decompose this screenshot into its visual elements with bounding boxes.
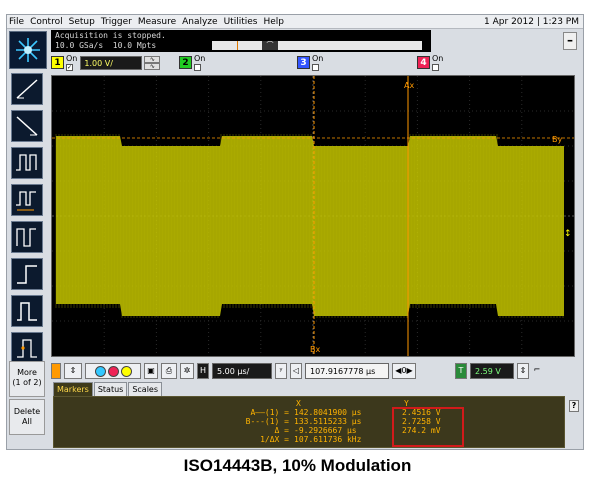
pulse-width-tool-icon[interactable] xyxy=(11,147,43,179)
marker-by-tag: By xyxy=(552,135,562,144)
channel-4-control[interactable]: 4 On xyxy=(417,54,443,71)
delay-reference-icon[interactable]: ◁ xyxy=(290,363,302,379)
menu-analyze[interactable]: Analyze xyxy=(179,15,220,29)
channel-3-checkbox[interactable] xyxy=(312,63,319,71)
trigger-edge-small-icon: ⌐ xyxy=(533,365,541,374)
channel-4-number[interactable]: 4 xyxy=(417,56,430,69)
trigger-edge-icon: ⌒ xyxy=(262,41,278,50)
marker-a-tag: Ax xyxy=(404,81,414,90)
channel-row: 1 On ✓ 1.00 V/ ∿ ∿ 2 On 3 On 4 On xyxy=(51,53,579,73)
trigger-position-tick xyxy=(237,41,238,50)
yellow-dot-icon[interactable] xyxy=(120,366,132,377)
delete-label: Delete xyxy=(13,407,41,416)
settings-icon[interactable]: ✲ xyxy=(180,363,194,379)
delay-field[interactable]: 107.9167778 μs xyxy=(305,363,389,379)
tab-status[interactable]: Status xyxy=(93,382,128,396)
cyan-dot-icon[interactable] xyxy=(94,366,106,377)
horizontal-icon: H xyxy=(197,363,209,379)
mode-orange-icon[interactable] xyxy=(51,363,61,379)
channel-3-on-label: On xyxy=(312,53,324,63)
color-dots-group xyxy=(85,363,141,379)
delta-x: -9.2926667 μs xyxy=(294,426,357,435)
channel-3-number[interactable]: 3 xyxy=(297,56,310,69)
date-time: 1 Apr 2012 | 1:23 PM xyxy=(484,16,579,27)
marker-a-label: A——(1) = xyxy=(250,408,289,417)
markers-header-x: X xyxy=(296,399,301,408)
trigger-icon: T xyxy=(455,363,467,379)
falling-ramp-tool-icon[interactable] xyxy=(11,110,43,142)
menu-bar: File Control Setup Trigger Measure Analy… xyxy=(7,15,583,29)
edge-tool-icon[interactable] xyxy=(11,332,43,364)
y-values-highlight-box xyxy=(392,407,464,447)
channel-1-offset-icon[interactable]: ∿ xyxy=(144,62,161,70)
rising-ramp-tool-icon[interactable] xyxy=(11,73,43,105)
menu-help[interactable]: Help xyxy=(260,15,287,29)
more-label: More xyxy=(17,368,37,377)
capture-icon[interactable]: ▣ xyxy=(144,363,158,379)
marker-a-x: 142.8041900 μs xyxy=(294,408,362,417)
info-tabs: Markers Status Scales xyxy=(53,382,163,396)
menu-setup[interactable]: Setup xyxy=(66,15,98,29)
delay-mode-icon[interactable]: ʸ xyxy=(275,363,287,379)
scroll-arrows-icon[interactable]: ⇕ xyxy=(64,363,82,379)
timebase-field[interactable]: 5.00 μs/ xyxy=(212,363,272,379)
trigger-level-field[interactable]: 2.59 V xyxy=(470,363,514,379)
channel-2-checkbox[interactable] xyxy=(194,63,201,71)
menu-utilities[interactable]: Utilities xyxy=(221,15,261,29)
marker-b-x: 133.5115233 μs xyxy=(294,417,362,426)
inverse-delta-x: 107.611736 kHz xyxy=(294,435,362,444)
delta-label: Δ = xyxy=(274,426,289,435)
horizontal-control-row: ⇕ ▣ ⎙ ✲ H 5.00 μs/ ʸ ◁ 107.9167778 μs ◀0… xyxy=(51,360,579,382)
channel-1-on-label: On xyxy=(66,53,78,63)
period-count-tool-icon[interactable] xyxy=(11,221,43,253)
more-page-label: (1 of 2) xyxy=(12,378,42,387)
trigger-position-indicator: ⌒ xyxy=(212,41,422,50)
channel-2-on-label: On xyxy=(194,53,206,63)
marker-b-tag: Bx xyxy=(310,345,320,354)
tab-scales[interactable]: Scales xyxy=(128,382,163,396)
tab-markers[interactable]: Markers xyxy=(53,382,93,396)
channel-1-checkbox[interactable]: ✓ xyxy=(66,63,73,71)
period-tool-icon[interactable] xyxy=(11,184,43,216)
markers-panel: X Y A——(1) = 142.8041900 μs 2.4516 V B--… xyxy=(53,396,565,448)
menu-trigger[interactable]: Trigger xyxy=(98,15,135,29)
minimize-button[interactable]: – xyxy=(563,32,577,50)
channel-4-on-label: On xyxy=(432,53,444,63)
scope-logo-icon[interactable] xyxy=(9,31,47,69)
trigger-level-stepper[interactable]: ⇕ xyxy=(517,363,529,379)
pulse-tool-icon[interactable] xyxy=(11,295,43,327)
waveform-graticule: Ax Bx By ↕ xyxy=(52,76,574,356)
menu-measure[interactable]: Measure xyxy=(135,15,179,29)
channel-1-coupling-icon[interactable]: ∿ xyxy=(144,55,161,63)
channel-2-control[interactable]: 2 On xyxy=(179,54,205,71)
left-toolbar xyxy=(9,73,45,369)
help-button[interactable]: ? xyxy=(569,400,579,412)
acquisition-state-text: Acquisition is stopped. xyxy=(55,31,166,40)
channel-4-checkbox[interactable] xyxy=(432,63,439,71)
channel-1-ground-marker: ↕ xyxy=(564,229,572,239)
channel-1-number[interactable]: 1 xyxy=(51,56,64,69)
channel-2-number[interactable]: 2 xyxy=(179,56,192,69)
channel-1-control[interactable]: 1 On ✓ 1.00 V/ ∿ ∿ xyxy=(51,53,161,71)
channel-3-control[interactable]: 3 On xyxy=(297,54,323,71)
scope-window: File Control Setup Trigger Measure Analy… xyxy=(6,14,584,450)
inverse-delta-label: 1/ΔX = xyxy=(260,435,289,444)
print-icon[interactable]: ⎙ xyxy=(161,363,177,379)
figure-caption: ISO14443B, 10% Modulation xyxy=(183,456,412,475)
red-dot-icon[interactable] xyxy=(107,366,119,377)
delay-stepper[interactable]: ◀0▶ xyxy=(392,363,416,379)
marker-b-label: B---(1) = xyxy=(245,417,289,426)
menu-control[interactable]: Control xyxy=(27,15,66,29)
channel-1-scale[interactable]: 1.00 V/ xyxy=(80,55,143,70)
waveform-display[interactable]: Ax Bx By ↕ xyxy=(51,75,575,357)
delete-all-button[interactable]: Delete All xyxy=(9,399,45,435)
step-tool-icon[interactable] xyxy=(11,258,43,290)
menu-file[interactable]: File xyxy=(7,15,27,29)
more-button[interactable]: More (1 of 2) xyxy=(9,361,45,397)
delete-all-label: All xyxy=(22,417,32,426)
